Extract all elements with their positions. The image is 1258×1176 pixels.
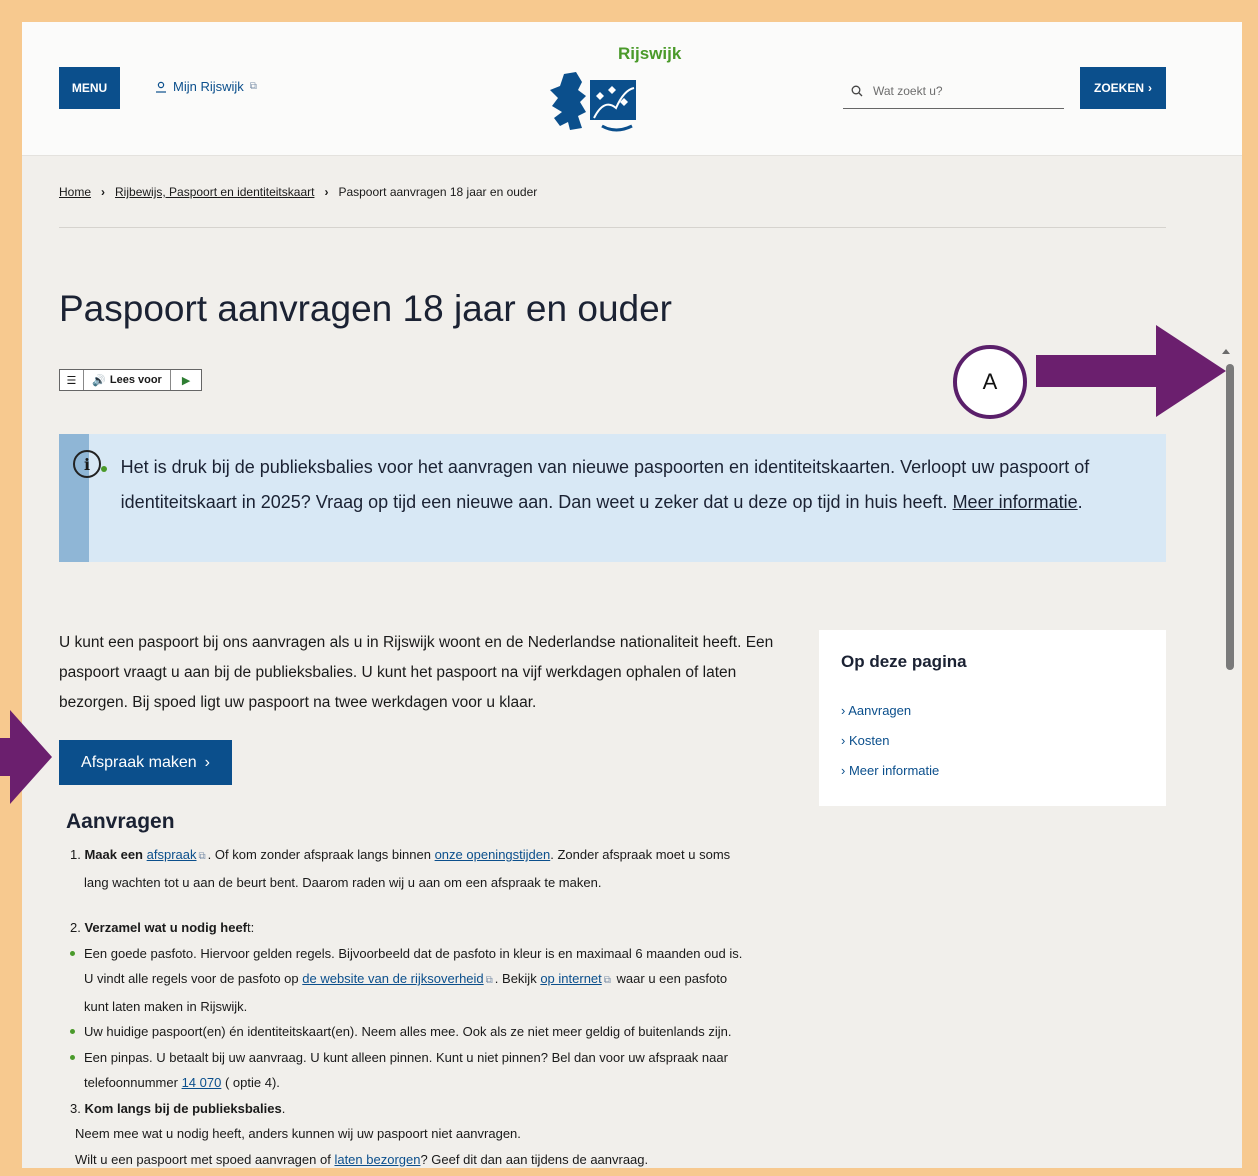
- chevron-right-icon: ›: [204, 753, 210, 771]
- laten-bezorgen-link[interactable]: laten bezorgen: [334, 1152, 420, 1167]
- annotation-arrow-right-icon: [0, 710, 52, 804]
- list-item-text: waar u een pasfoto: [616, 971, 728, 986]
- chevron-right-icon: ›: [324, 185, 329, 199]
- search-icon: [851, 85, 863, 97]
- list-item-text: . Bekijk: [494, 971, 537, 986]
- search-placeholder: Wat zoekt u?: [873, 84, 943, 98]
- toc-item-kosten[interactable]: › Kosten: [841, 726, 1144, 756]
- hamburger-icon: ☰: [66, 374, 77, 387]
- step-3-line2: Neem mee wat u nodig heeft, anders kunne…: [75, 1126, 521, 1141]
- readspeaker-menu-button[interactable]: ☰: [60, 370, 84, 390]
- step-number: 1.: [70, 847, 81, 862]
- bullet-dot: [100, 466, 107, 472]
- page-title: Paspoort aanvragen 18 jaar en ouder: [59, 288, 672, 329]
- divider: [59, 227, 1166, 228]
- step-text: t:: [247, 920, 255, 935]
- external-link-icon: ⧉: [603, 975, 611, 986]
- step-1: 1. Maak een afspraak ⧉. Of kom zonder afs…: [70, 842, 810, 870]
- user-icon: [156, 81, 166, 93]
- external-link-icon: ⧉: [249, 81, 257, 92]
- search-button[interactable]: ZOEKEN ›: [1080, 67, 1166, 109]
- toc-title: Op deze pagina: [841, 652, 967, 671]
- play-icon: ▶: [181, 374, 191, 387]
- list-item: Een goede pasfoto. Hiervoor gelden regel…: [70, 941, 810, 1020]
- list-item-text: Een pinpas. U betaalt bij uw aanvraag. U…: [84, 1049, 728, 1065]
- readspeaker-listen-button[interactable]: 🔊 Lees voor: [84, 370, 172, 390]
- step-text: .: [281, 1100, 286, 1116]
- afspraak-link[interactable]: afspraak: [147, 847, 197, 862]
- external-link-icon: ⧉: [198, 851, 206, 862]
- step-3: 3. Kom langs bij de publieksbalies.: [70, 1096, 810, 1122]
- breadcrumb-home[interactable]: Home: [59, 185, 91, 199]
- breadcrumb-current: Paspoort aanvragen 18 jaar en ouder: [338, 185, 538, 199]
- readspeaker-play-button[interactable]: ▶: [171, 370, 201, 390]
- search-button-label: ZOEKEN: [1093, 81, 1144, 95]
- list-item: Een pinpas. U betaalt bij uw aanvraag. U…: [70, 1045, 810, 1096]
- info-alert: i Het is druk bij de publieksbalies voor…: [59, 434, 1166, 562]
- step-bold: Verzamel wat u nodig heef: [84, 920, 248, 935]
- readspeaker-widget: ☰ 🔊 Lees voor ▶: [59, 369, 202, 391]
- info-text: Het is druk bij de publieksbalies voor h…: [120, 457, 1090, 512]
- chevron-right-icon: ›: [1148, 81, 1152, 95]
- step-3-line3: Wilt u een paspoort met spoed aanvragen …: [70, 1147, 810, 1169]
- appointment-button-label: Afspraak maken: [81, 753, 197, 771]
- toc-item-label: Meer informatie: [848, 763, 940, 778]
- step-1-line2: lang wachten tot u aan de beurt bent. Da…: [84, 874, 602, 890]
- step-text: . Of kom zonder afspraak langs binnen: [207, 847, 431, 862]
- toc-item-meer-informatie[interactable]: › Meer informatie: [841, 756, 1144, 786]
- list-item-text: Een goede pasfoto. Hiervoor gelden regel…: [84, 945, 743, 961]
- menu-button[interactable]: MENU: [59, 67, 120, 109]
- chevron-right-icon: ›: [101, 185, 106, 199]
- breadcrumb: Home › Rijbewijs, Paspoort en identiteit…: [59, 185, 537, 199]
- info-alert-bar: i: [59, 434, 101, 562]
- op-internet-link[interactable]: op internet: [540, 971, 601, 986]
- rijswijk-logo[interactable]: Rijswijk: [536, 42, 686, 142]
- step-2: 2. Verzamel wat u nodig heeft:: [70, 915, 810, 941]
- toc-item-label: Aanvragen: [848, 703, 912, 718]
- list-item-text: kunt laten maken in Rijswijk.: [84, 998, 248, 1014]
- step-text: Wilt u een paspoort met spoed aanvragen …: [75, 1151, 331, 1167]
- annotation-marker-a: A: [953, 345, 1027, 419]
- step-text: ? Geef dit dan aan tijdens de aanvraag.: [420, 1151, 649, 1167]
- logo-text: Rijswijk: [618, 44, 682, 63]
- scrollbar-thumb[interactable]: [1226, 364, 1234, 670]
- openingstijden-link[interactable]: onze openingstijden: [435, 847, 551, 862]
- intro-paragraph: U kunt een paspoort bij ons aanvragen al…: [59, 634, 774, 711]
- speaker-icon: 🔊: [92, 374, 106, 387]
- annotation-arrow-right-icon: [1036, 325, 1226, 417]
- section-title: Aanvragen: [66, 810, 175, 833]
- steps-list: 1. Maak een afspraak ⧉. Of kom zonder afs…: [70, 842, 810, 1168]
- step-number: 2.: [70, 920, 81, 935]
- search-field[interactable]: Wat zoekt u?: [843, 74, 1064, 109]
- list-item: Uw huidige paspoort(en) én identiteitska…: [70, 1019, 810, 1045]
- mijn-rijswijk-link[interactable]: Mijn Rijswijk ⧉: [155, 79, 257, 94]
- mijn-rijswijk-label: Mijn Rijswijk: [173, 79, 244, 94]
- list-item-text: U vindt alle regels voor de pasfoto op: [84, 971, 299, 986]
- coat-of-arms-icon: [550, 72, 636, 132]
- step-text: . Zonder afspraak moet u soms: [550, 847, 731, 862]
- on-this-page-box: Op deze pagina › Aanvragen › Kosten › Me…: [819, 630, 1166, 806]
- step-number: 3.: [70, 1100, 81, 1116]
- readspeaker-label: Lees voor: [109, 374, 162, 386]
- list-item-text: ( optie 4).: [224, 1075, 280, 1090]
- browser-viewport: MENU Mijn Rijswijk ⧉ Rijswijk Wat zoekt …: [22, 22, 1242, 1168]
- rijksoverheid-link[interactable]: de website van de rijksoverheid: [302, 971, 483, 986]
- breadcrumb-parent[interactable]: Rijbewijs, Paspoort en identiteitskaart: [115, 185, 314, 199]
- list-item-text: telefoonnummer: [84, 1075, 178, 1090]
- step-bold: Kom langs bij de publieksbalies: [84, 1100, 282, 1116]
- site-header: MENU Mijn Rijswijk ⧉ Rijswijk Wat zoekt …: [22, 22, 1242, 156]
- phone-link[interactable]: 14 070: [182, 1075, 222, 1090]
- toc-item-aanvragen[interactable]: › Aanvragen: [841, 696, 1144, 726]
- info-more-link[interactable]: Meer informatie: [953, 492, 1078, 512]
- external-link-icon: ⧉: [485, 975, 493, 986]
- step-bold: Maak een: [84, 847, 144, 862]
- info-alert-text: Het is druk bij de publieksbalies voor h…: [89, 434, 1166, 562]
- appointment-button[interactable]: Afspraak maken ›: [59, 740, 232, 785]
- toc-item-label: Kosten: [848, 733, 890, 748]
